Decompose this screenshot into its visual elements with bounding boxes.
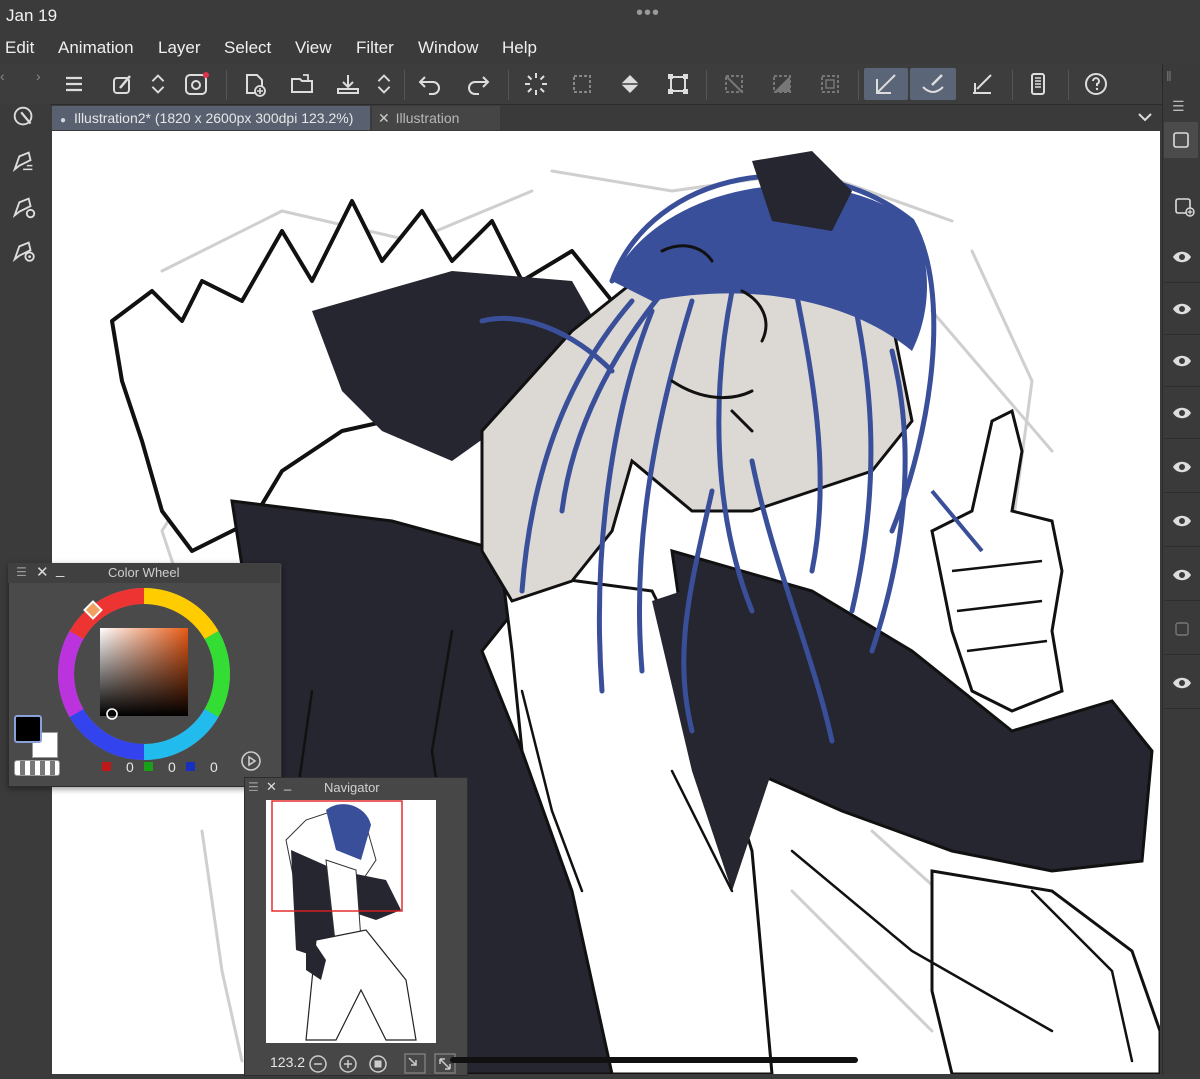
panel-menu-icon[interactable]: ☰ (1172, 98, 1185, 115)
play-circle-icon[interactable] (240, 750, 262, 777)
minimize-panel-icon[interactable]: _ (56, 561, 64, 578)
menu-edit[interactable]: Edit (5, 38, 34, 58)
red-channel-icon (102, 762, 111, 771)
toolbar-divider (858, 70, 859, 100)
menu-filter[interactable]: Filter (356, 38, 394, 58)
panel-grip-icon[interactable]: ☰ (16, 565, 27, 579)
layer-visibility-eye-icon[interactable] (1164, 496, 1200, 547)
snap-brush-icon[interactable] (910, 68, 956, 100)
brush-settings-icon[interactable] (104, 68, 140, 100)
main-color-swatch[interactable] (14, 715, 42, 743)
red-value[interactable]: 0 (126, 759, 134, 775)
invert-selection-icon[interactable] (764, 68, 800, 100)
tab-label: Illustration2* (1820 x 2600px 300dpi 123… (73, 110, 354, 126)
new-file-icon[interactable] (236, 68, 272, 100)
rail-grip-icon[interactable]: ‖ (1166, 68, 1172, 84)
selection-border-icon[interactable] (812, 68, 848, 100)
blue-channel-icon (186, 762, 195, 771)
tab-list-chevron-down-icon[interactable] (1136, 108, 1154, 131)
save-icon[interactable] (330, 68, 366, 100)
layer-visibility-eye-icon[interactable] (1164, 232, 1200, 283)
ruler-pen-icon[interactable] (964, 68, 1000, 100)
toolbar-divider (226, 70, 227, 100)
collapse-left-icon[interactable]: ‹ (0, 68, 5, 84)
navigator-artwork (271, 800, 417, 1041)
color-wheel-title: Color Wheel (108, 565, 180, 580)
status-date: Jan 19 (6, 6, 58, 25)
zoom-in-icon[interactable] (338, 1054, 358, 1079)
operation-tool-icon[interactable] (7, 100, 41, 134)
pen-target-icon[interactable] (7, 234, 41, 268)
chevron-updown-icon[interactable] (144, 68, 172, 100)
loading-spinner-icon[interactable] (518, 68, 554, 100)
hue-ring[interactable] (56, 586, 232, 762)
device-icon[interactable] (1020, 68, 1056, 100)
toolbar-divider (706, 70, 707, 100)
layer-visibility-eye-icon[interactable] (1164, 442, 1200, 493)
zoom-out-icon[interactable] (308, 1054, 328, 1079)
layer-visibility-empty-checkbox-icon[interactable] (1164, 604, 1200, 655)
menu-help[interactable]: Help (502, 38, 537, 58)
menu-icon[interactable] (56, 68, 92, 100)
minimize-panel-icon[interactable]: _ (284, 776, 291, 791)
close-tab-icon[interactable]: ✕ (378, 110, 390, 126)
tab-illustration2[interactable]: ● Illustration2* (1820 x 2600px 300dpi 1… (52, 106, 370, 130)
help-icon[interactable] (1078, 68, 1114, 100)
close-panel-icon[interactable]: ✕ (266, 779, 277, 795)
transform-icon[interactable] (660, 68, 696, 100)
menu-view[interactable]: View (295, 38, 332, 58)
layer-tab[interactable] (1164, 122, 1198, 158)
select-all-icon[interactable] (564, 68, 600, 100)
toolbar-divider (508, 70, 509, 100)
app-logo-icon[interactable] (178, 68, 214, 100)
status-bar (0, 0, 1200, 34)
toolbar-divider (1012, 70, 1013, 100)
panel-grip-icon[interactable]: ☰ (248, 780, 259, 794)
menu-animation[interactable]: Animation (58, 38, 134, 58)
snap-ruler-icon[interactable] (864, 68, 908, 100)
layer-square-icon (1173, 132, 1189, 148)
layer-visibility-eye-icon[interactable] (1164, 336, 1200, 387)
redo-icon[interactable] (460, 68, 496, 100)
chevron-updown-icon-2[interactable] (370, 68, 398, 100)
close-panel-icon[interactable]: ✕ (36, 563, 49, 581)
layer-visibility-eye-icon[interactable] (1164, 284, 1200, 335)
navigator-title: Navigator (324, 780, 380, 795)
pen-tool-icon[interactable] (7, 144, 41, 178)
layer-visibility-eye-icon[interactable] (1164, 388, 1200, 439)
layer-visibility-eye-icon[interactable] (1164, 658, 1200, 709)
fill-bucket-icon[interactable] (612, 68, 648, 100)
expand-right-icon[interactable]: › (36, 68, 41, 84)
tab-illustration[interactable]: ✕ Illustration (372, 106, 500, 130)
undo-icon[interactable] (412, 68, 448, 100)
toolbar-divider (1068, 70, 1069, 100)
transparent-color-swatch[interactable] (14, 760, 60, 776)
new-layer-icon[interactable] (1174, 196, 1196, 223)
multitask-dots[interactable]: ••• (636, 2, 660, 25)
green-value[interactable]: 0 (168, 759, 176, 775)
navigator-preview[interactable] (266, 800, 436, 1043)
green-channel-icon (144, 762, 153, 771)
home-indicator[interactable] (450, 1057, 858, 1063)
layer-visibility-eye-icon[interactable] (1164, 550, 1200, 601)
blue-value[interactable]: 0 (210, 759, 218, 775)
tab-label: Illustration (395, 110, 460, 126)
tab-modified-dot-icon: ● (60, 115, 67, 126)
actual-size-icon[interactable] (404, 1053, 426, 1079)
menu-select[interactable]: Select (224, 38, 271, 58)
toolbar-divider (404, 70, 405, 100)
zoom-level[interactable]: 123.2 (270, 1054, 305, 1070)
pen-settings-icon[interactable] (7, 190, 41, 224)
menu-window[interactable]: Window (418, 38, 478, 58)
deselect-icon[interactable] (716, 68, 752, 100)
open-folder-icon[interactable] (284, 68, 320, 100)
fit-view-icon[interactable] (368, 1054, 388, 1079)
menu-layer[interactable]: Layer (158, 38, 201, 58)
